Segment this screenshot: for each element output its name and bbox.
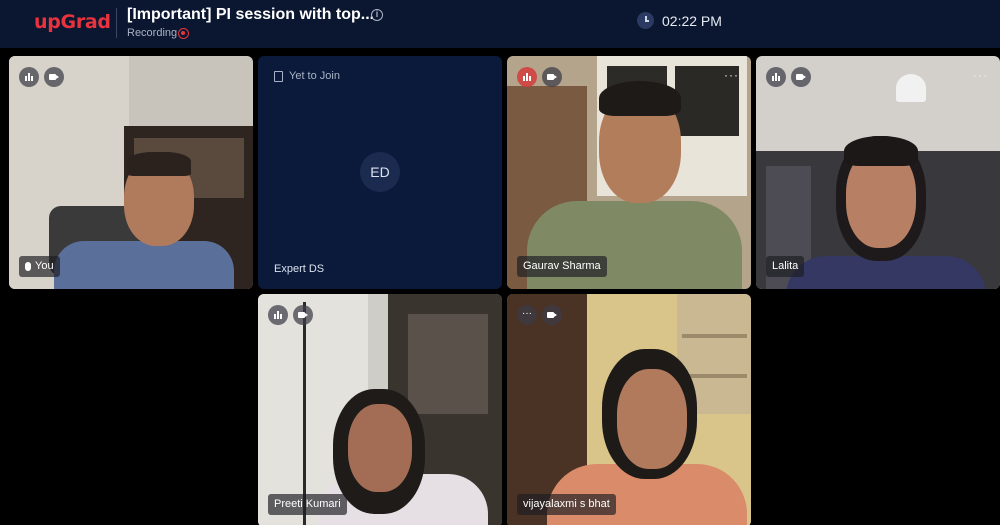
participant-name: Expert DS <box>274 263 325 275</box>
more-options-icon[interactable]: ··· <box>724 68 739 82</box>
participant-name: Lalita <box>772 260 799 272</box>
participant-tile-lalita[interactable]: ··· Lalita <box>756 56 1000 289</box>
camera-icon[interactable] <box>44 67 64 87</box>
participant-name-tag: Preeti Kumari <box>268 494 347 515</box>
yet-to-join-icon <box>274 70 283 82</box>
camera-icon[interactable] <box>542 305 562 325</box>
audio-level-icon <box>19 67 39 87</box>
participant-tile-expert-ds[interactable]: Yet to Join ED Expert DS <box>258 56 502 289</box>
meeting-title: [Important] PI session with top... <box>127 6 375 23</box>
participant-tile-you[interactable]: You <box>9 56 253 289</box>
participant-video <box>756 56 1000 289</box>
participant-name: vijayalaxmi s bhat <box>523 498 610 510</box>
participant-name-tag: vijayalaxmi s bhat <box>517 494 616 515</box>
participant-video <box>9 56 253 289</box>
yet-to-join-label: Yet to Join <box>289 70 340 82</box>
participant-name: Preeti Kumari <box>274 498 341 510</box>
meeting-time: 02:22 PM <box>662 13 722 29</box>
participant-tile-vijayalaxmi-s-bhat[interactable]: ··· vijayalaxmi s bhat <box>507 294 751 525</box>
info-icon[interactable]: i <box>371 9 383 21</box>
participant-name: Gaurav Sharma <box>523 260 601 272</box>
participant-name-tag: Lalita <box>766 256 805 277</box>
participant-name: You <box>35 260 54 272</box>
speaker-icon <box>25 262 31 271</box>
camera-icon[interactable] <box>791 67 811 87</box>
participant-video <box>507 56 751 289</box>
recording-label: Recording <box>127 27 178 39</box>
audio-level-icon <box>766 67 786 87</box>
camera-icon[interactable] <box>293 305 313 325</box>
participant-name-tag: Gaurav Sharma <box>517 256 607 277</box>
audio-level-icon <box>517 67 537 87</box>
participant-tile-gaurav-sharma[interactable]: ··· Gaurav Sharma <box>507 56 751 289</box>
yet-to-join-status: Yet to Join <box>274 70 340 82</box>
avatar: ED <box>360 152 400 192</box>
audio-level-icon <box>268 305 288 325</box>
recording-icon <box>178 28 189 39</box>
participant-tile-preeti-kumari[interactable]: Preeti Kumari <box>258 294 502 525</box>
upgrad-logo: upGrad <box>34 11 111 33</box>
header-divider <box>116 8 117 38</box>
meeting-header: upGrad [Important] PI session with top..… <box>0 0 1000 48</box>
clock-icon <box>637 12 654 29</box>
more-options-icon[interactable]: ··· <box>517 305 537 325</box>
participant-video <box>507 294 751 525</box>
camera-icon[interactable] <box>542 67 562 87</box>
participant-video <box>258 294 502 525</box>
participant-name-tag: You <box>19 256 60 277</box>
more-options-icon[interactable]: ··· <box>973 68 988 82</box>
